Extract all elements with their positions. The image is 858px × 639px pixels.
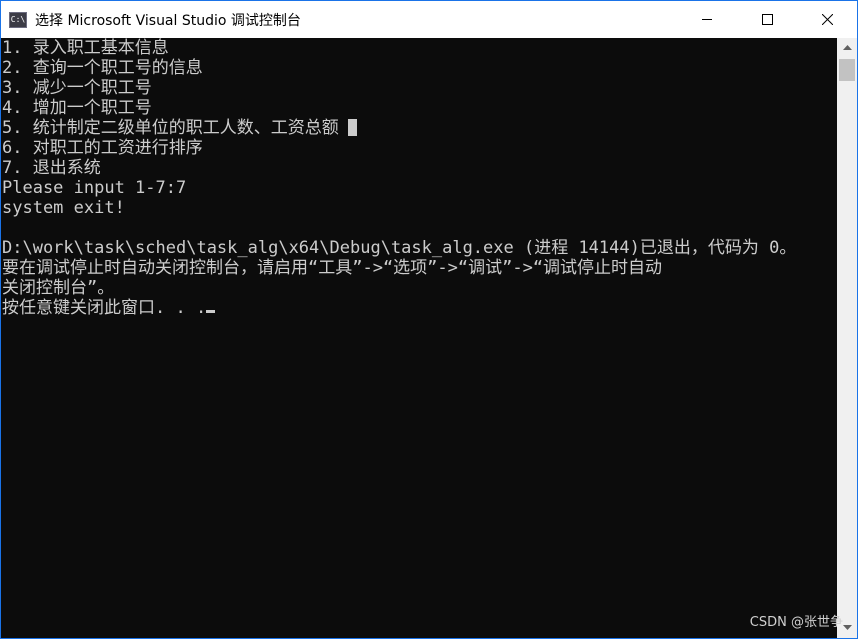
close-button[interactable] [797,1,857,38]
watermark: CSDN @张世争 [749,615,843,630]
title-bar[interactable]: C:\ 选择 Microsoft Visual Studio 调试控制台 [1,1,857,38]
console-line: 6. 对职工的工资进行排序 [2,138,203,158]
block-cursor-icon [347,119,357,136]
console-line: Please input 1-7:7 [2,178,187,198]
maximize-icon [761,14,773,25]
vertical-scrollbar[interactable] [837,38,857,638]
console-line: D:\work\task\sched\task_alg\x64\Debug\ta… [2,238,797,258]
scroll-thumb[interactable] [839,59,855,81]
scroll-down-icon [842,625,852,630]
console-line: 3. 减少一个职工号 [2,78,152,98]
console-window: C:\ 选择 Microsoft Visual Studio 调试控制台 1. … [0,0,858,639]
scroll-up-button[interactable] [837,38,857,58]
close-icon [821,14,833,25]
maximize-button[interactable] [737,1,797,38]
minimize-button[interactable] [677,1,737,38]
window-controls [677,1,857,38]
console-line: 关闭控制台”。 [2,278,115,298]
console-line: system exit! [2,198,125,218]
console-line-with-cursor: 5. 统计制定二级单位的职工人数、工资总额 [2,118,837,138]
console-line-text: 按任意键关闭此窗口. . . [2,298,207,318]
console-line: 要在调试停止时自动关闭控制台，请启用“工具”->“选项”->“调试”->“调试停… [2,258,663,278]
minimize-icon [701,19,712,20]
console-app-icon[interactable]: C:\ [9,11,27,28]
console-line-text: 5. 统计制定二级单位的职工人数、工资总额 [2,118,339,138]
console-line: 7. 退出系统 [2,158,101,178]
console-line-with-cursor: 按任意键关闭此窗口. . . [2,298,837,318]
window-title: 选择 Microsoft Visual Studio 调试控制台 [35,12,301,29]
scroll-up-icon [842,45,852,50]
console-line: 4. 增加一个职工号 [2,98,152,118]
text-cursor-icon [206,310,216,313]
console-line: 2. 查询一个职工号的信息 [2,58,203,78]
console-output[interactable]: 1. 录入职工基本信息 2. 查询一个职工号的信息 3. 减少一个职工号 4. … [1,38,837,638]
console-line: 1. 录入职工基本信息 [2,38,169,58]
